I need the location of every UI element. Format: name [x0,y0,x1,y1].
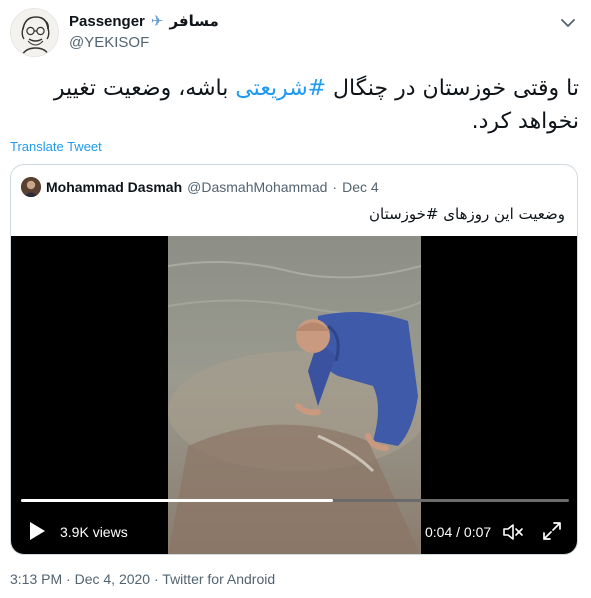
author-handle[interactable]: @YEKISOF [69,34,149,51]
tweet-text: تا وقتی خوزستان در چنگال #شریعتی باشه، و… [10,72,579,138]
quoted-author-avatar[interactable] [21,177,41,197]
video-time: 0:04 / 0:07 [425,524,492,540]
separator-dot: · [332,179,338,195]
author-name-row[interactable]: Passenger ✈ مسافر [69,12,219,30]
author-display-name-fa[interactable]: مسافر [169,12,218,30]
tweet-text-before: تا وقتی خوزستان در چنگال [326,76,579,101]
tweet-date[interactable]: Dec 4, 2020 [75,571,151,587]
tweet-time[interactable]: 3:13 PM [10,571,62,587]
sketch-portrait-avatar-icon [11,9,58,56]
quoted-author-name[interactable]: Mohammad Dasmah [46,179,182,195]
chevron-down-icon[interactable] [557,12,579,34]
volume-muted-icon[interactable] [501,520,525,544]
portrait-avatar-icon [21,177,41,197]
video-player[interactable]: 3.9K views 0:04 / 0:07 [11,236,577,554]
fullscreen-icon[interactable] [541,520,563,542]
separator-dot: · [66,571,71,587]
tweet-metadata: 3:13 PM · Dec 4, 2020 · Twitter for Andr… [10,571,275,587]
separator-dot: · [153,571,159,587]
video-view-count: 3.9K views [60,524,128,540]
video-progress-bar[interactable] [21,499,569,502]
play-icon[interactable] [27,520,47,542]
quoted-tweet-header: Mohammad Dasmah @DasmahMohammad · Dec 4 [21,177,379,197]
hashtag-link[interactable]: #شریعتی [235,76,326,101]
tweet: Passenger ✈ مسافر @YEKISOF تا وقتی خوزست… [0,0,591,598]
video-progress-fill [21,499,334,502]
quoted-author-handle[interactable]: @DasmahMohammad [187,179,327,195]
airplane-icon: ✈ [150,13,164,30]
quoted-tweet[interactable]: Mohammad Dasmah @DasmahMohammad · Dec 4 … [10,164,578,555]
quoted-tweet-text: وضعیت این روزهای #خوزستان [368,205,565,223]
tweet-source[interactable]: Twitter for Android [162,571,275,587]
author-avatar[interactable] [10,8,59,57]
author-display-name[interactable]: Passenger [69,13,145,30]
video-frame [168,236,421,554]
video-still-image [168,236,421,554]
quoted-tweet-date[interactable]: Dec 4 [342,179,379,195]
translate-tweet-link[interactable]: Translate Tweet [10,139,102,154]
